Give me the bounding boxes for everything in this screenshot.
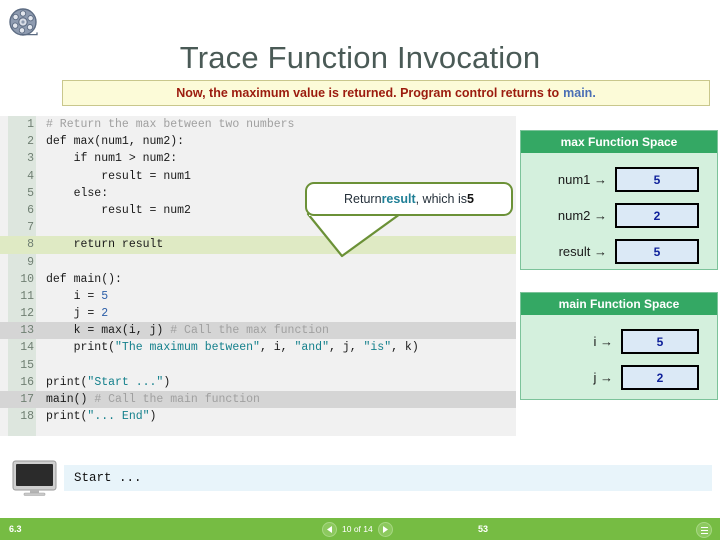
variable-name: result →	[558, 243, 607, 259]
line-number: 8	[27, 238, 34, 252]
variable-value-box: 2	[621, 364, 699, 390]
code-line: 12 j = 2	[0, 305, 516, 322]
narration-banner: Now, the maximum value is returned. Prog…	[62, 80, 710, 106]
callout-value: 5	[467, 192, 474, 206]
line-number: 17	[20, 393, 34, 406]
code-line-source: print("... End")	[46, 410, 157, 424]
line-number: 7	[27, 221, 34, 235]
footer-section-label: 6.3	[9, 524, 22, 534]
code-line: 8 return result	[0, 236, 516, 254]
variable-row: i → 5	[541, 326, 717, 356]
film-reel-icon	[9, 8, 38, 36]
code-listing[interactable]: 1 # Return the max between two numbers 2 de…	[0, 116, 516, 436]
code-line-source: print("Start ...")	[46, 375, 171, 389]
code-lines-container: 1 # Return the max between two numbers 2 de…	[0, 116, 516, 425]
code-line-source: main() # Call the main function	[46, 393, 260, 406]
code-line: 7	[0, 219, 516, 236]
callout-middle: , which is	[415, 192, 468, 206]
code-line-source: result = num1	[46, 169, 191, 183]
code-line: 17 main() # Call the main function	[0, 391, 516, 409]
max-variable-rows: num1 → 5 num2 → 2 result → 5	[521, 153, 717, 266]
variable-value-box: 5	[621, 328, 699, 354]
console-output: Start ...	[64, 465, 712, 491]
footer-bar: 6.3 10 of 14 53	[0, 516, 720, 540]
code-line: 2 def max(num1, num2):	[0, 133, 516, 150]
code-line-source: result = num2	[46, 203, 191, 217]
code-line: 16 print("Start ...")	[0, 374, 516, 391]
line-number: 10	[20, 272, 34, 286]
code-line-source: if num1 > num2:	[46, 152, 178, 166]
line-number: 16	[20, 375, 34, 389]
code-line-source: else:	[46, 186, 109, 200]
main-variable-rows: i → 5 j → 2	[521, 315, 717, 392]
line-number: 4	[27, 169, 34, 183]
narration-accent: main.	[563, 86, 596, 100]
code-line-source: k = max(i, j) # Call the max function	[46, 324, 329, 338]
line-number: 9	[27, 255, 34, 269]
variable-name: num2 →	[557, 207, 607, 223]
code-line: 10 def main():	[0, 271, 516, 288]
variable-name: j →	[593, 369, 614, 385]
line-number: 13	[20, 324, 34, 338]
line-number: 1	[27, 118, 34, 131]
max-function-space-panel: max Function Space num1 → 5 num2 → 2 result …	[520, 130, 718, 270]
code-line-source: def main():	[46, 272, 122, 286]
narration-text: Now, the maximum value is returned. Prog…	[176, 86, 560, 100]
callout-tail-icon	[306, 212, 402, 258]
line-number: 15	[20, 358, 34, 372]
code-line: 9	[0, 254, 516, 271]
max-function-space-header: max Function Space	[521, 131, 717, 153]
code-line: 15	[0, 357, 516, 374]
line-number: 12	[20, 307, 34, 321]
code-line-source: def max(num1, num2):	[46, 135, 185, 149]
page-title: Trace Function Invocation	[179, 40, 541, 75]
code-line-source: # Return the max between two numbers	[46, 118, 295, 131]
line-number: 18	[20, 410, 34, 424]
variable-row: num2 → 2	[529, 200, 717, 230]
code-line: 11 i = 5	[0, 288, 516, 305]
variable-row: j → 2	[541, 362, 717, 392]
main-function-space-panel: main Function Space i → 5 j → 2	[520, 292, 718, 400]
callout-prefix: Return	[344, 192, 382, 206]
variable-row: result → 5	[529, 236, 717, 266]
code-line-source: j = 2	[46, 307, 109, 321]
code-line: 18 print("... End")	[0, 408, 516, 425]
code-line-source: i = 5	[46, 289, 109, 303]
variable-name: i →	[593, 333, 614, 349]
code-line: 13 k = max(i, j) # Call the max function	[0, 322, 516, 340]
line-number: 2	[27, 135, 34, 149]
main-function-space-header: main Function Space	[521, 293, 717, 315]
code-line-source: print("The maximum between", i, "and", j…	[46, 341, 419, 355]
code-line: 14 print("The maximum between", i, "and"…	[0, 339, 516, 356]
variable-value-box: 2	[615, 202, 699, 228]
variable-name: num1 →	[557, 171, 607, 187]
line-number: 5	[27, 186, 34, 200]
page-number: 53	[477, 524, 488, 534]
callout-bubble: Return result, which is 5	[305, 182, 513, 216]
callout-variable: result	[381, 192, 416, 206]
line-number: 6	[27, 203, 34, 217]
line-number: 11	[20, 289, 34, 303]
variable-value-box: 5	[615, 238, 699, 264]
variable-row: num1 → 5	[529, 164, 717, 194]
line-number: 14	[20, 341, 34, 355]
menu-icon[interactable]	[696, 522, 712, 538]
line-number: 3	[27, 152, 34, 166]
code-line: 1 # Return the max between two numbers	[0, 116, 516, 133]
code-line: 3 if num1 > num2:	[0, 150, 516, 167]
code-line-source: return result	[46, 238, 164, 252]
variable-value-box: 5	[615, 166, 699, 192]
monitor-icon	[12, 460, 57, 496]
